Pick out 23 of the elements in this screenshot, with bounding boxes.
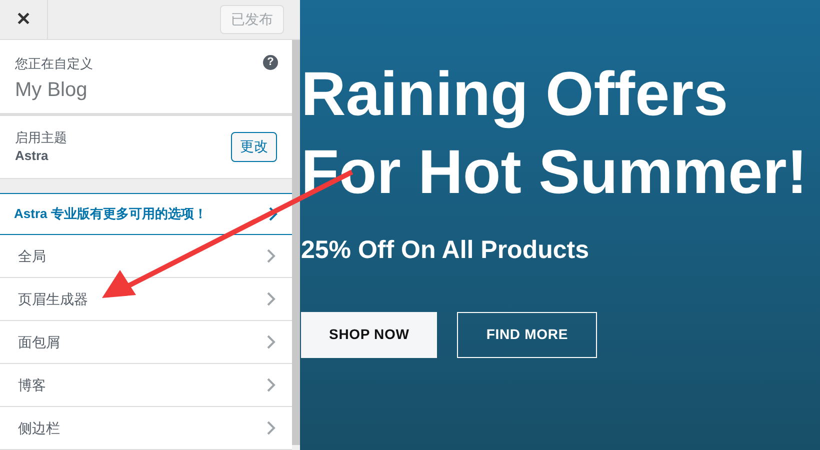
help-button[interactable]: ? <box>263 55 278 70</box>
section-item[interactable]: 侧边栏 <box>0 407 292 450</box>
theme-name: Astra <box>15 146 50 165</box>
chevron-right-icon <box>268 206 278 222</box>
chevron-right-icon <box>266 248 276 264</box>
hero-button[interactable]: FIND MORE <box>457 312 598 358</box>
section-item[interactable]: 页眉生成器 <box>0 278 292 321</box>
hero-headline: For Hot Summer! <box>301 137 808 209</box>
hero-headline: Raining Offers <box>301 59 730 131</box>
section-item[interactable]: 博客 <box>0 364 292 407</box>
chevron-right-icon <box>266 291 276 307</box>
site-title: My Blog <box>15 78 88 103</box>
chevron-right-icon <box>266 377 276 393</box>
change-theme-button[interactable]: 更改 <box>231 132 277 162</box>
chevron-right-icon <box>266 334 276 350</box>
theme-label: 启用主题 <box>15 128 68 147</box>
pro-upgrade-link[interactable]: Astra 专业版有更多可用的选项！ <box>0 192 292 235</box>
section-item[interactable]: 全局 <box>0 235 292 278</box>
customizing-label: 您正在自定义 <box>15 55 93 73</box>
hero-subheading: 25% Off On All Products <box>301 235 590 266</box>
hero-button[interactable]: SHOP NOW <box>301 312 438 358</box>
chevron-right-icon <box>266 420 276 436</box>
section-item[interactable]: 面包屑 <box>0 321 292 364</box>
